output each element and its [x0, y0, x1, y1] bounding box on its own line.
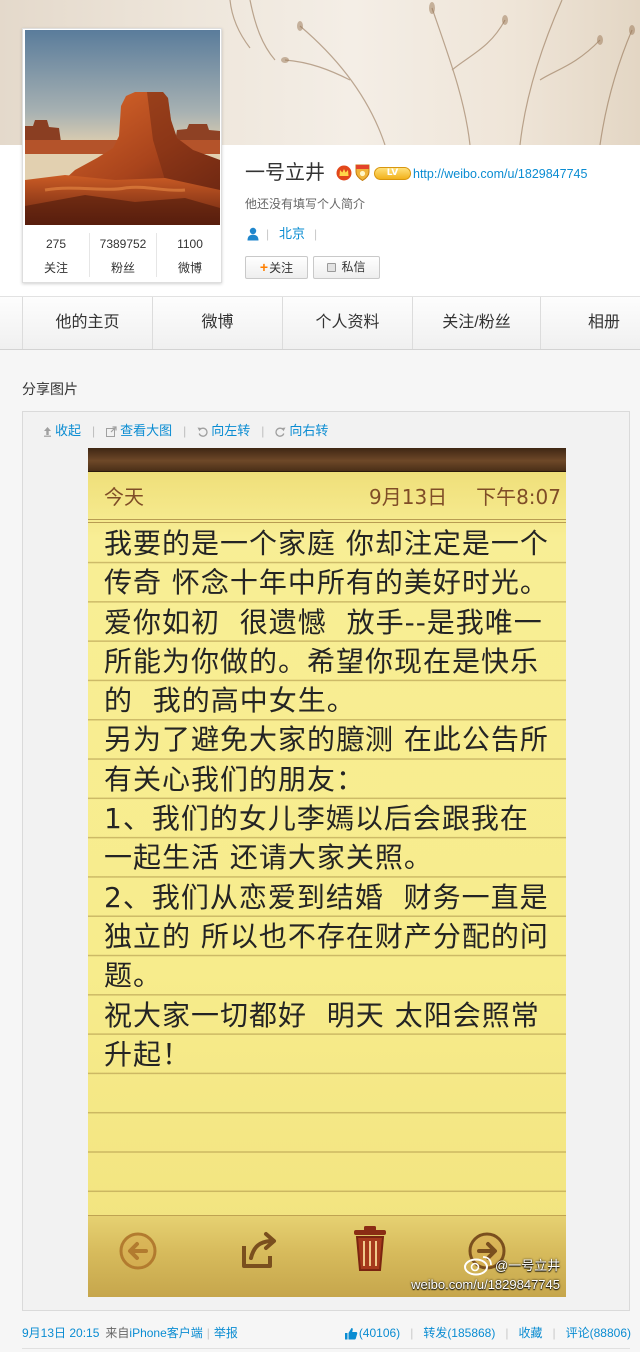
toolbar-separator: |: [261, 424, 265, 438]
post-source-prefix: 来自: [105, 1326, 130, 1340]
post-actions: (40106) | 转发(185868) | 收藏 | 评论(88806): [344, 1325, 631, 1341]
note-line: 独立的 所以也不存在财产分配的问: [104, 919, 549, 953]
collapse-label: 收起: [55, 423, 82, 438]
like-count: (40106): [358, 1326, 401, 1340]
note-line: 的 我的高中女生。: [104, 684, 356, 718]
person-icon: [247, 227, 259, 241]
follow-button[interactable]: +关注: [245, 256, 308, 279]
share-icon: [242, 1232, 276, 1268]
view-large-icon: [106, 425, 117, 437]
stat-following-label: 关注: [43, 261, 68, 275]
avatar[interactable]: [25, 30, 220, 225]
feed-divider: [22, 1348, 630, 1349]
comment-button[interactable]: 评论(88806): [566, 1325, 631, 1341]
crown-icon[interactable]: [336, 165, 352, 181]
note-line: 所能为你做的。希望你现在是快乐: [104, 644, 540, 678]
private-message-label: 私信: [341, 260, 366, 274]
note-header-time: 下午8:07: [476, 485, 561, 509]
repost-button[interactable]: 转发(185868): [423, 1325, 495, 1341]
stat-fans-count: 7389752: [99, 237, 147, 251]
note-line: 2、我们从恋爱到结婚 财务一直是: [104, 880, 549, 914]
toolbar-separator: |: [92, 424, 96, 438]
note-header-divider: [88, 519, 566, 523]
back-arrow-icon: [119, 1232, 157, 1270]
location-separator: |: [314, 227, 318, 241]
location-separator: |: [266, 227, 270, 241]
rotate-right-button[interactable]: 向右转: [275, 423, 328, 439]
rotate-right-icon: [275, 427, 286, 437]
image-toolbar: 收起 | 查看大图 | 向左转 | 向右转: [43, 423, 328, 439]
watermark-url: weibo.com/u/1829847745: [411, 1277, 560, 1292]
toolbar-separator: |: [183, 424, 187, 438]
location-link[interactable]: 北京: [279, 226, 305, 242]
post-meta: 9月13日 20:15 来自 iPhone客户端 | 举报: [22, 1325, 238, 1341]
follow-button-label: 关注: [269, 261, 294, 275]
note-line: 我要的是一个家庭 你却注定是一个: [104, 527, 549, 560]
meta-separator: |: [206, 1326, 210, 1340]
avatar-card: 275 关注 7389752 粉丝 1100 微博: [22, 28, 222, 283]
rotate-right-label: 向右转: [289, 423, 329, 438]
section-title: 分享图片: [22, 381, 78, 397]
profile-bio: 他还没有填写个人简介: [245, 197, 366, 211]
action-separator: |: [410, 1326, 414, 1340]
private-message-button[interactable]: 私信: [313, 256, 380, 279]
tab-home[interactable]: 他的主页: [22, 297, 152, 349]
rotate-left-button[interactable]: 向左转: [197, 423, 250, 439]
note-line: 一起生活 还请大家关照。: [104, 841, 433, 875]
stat-weibo-label: 微博: [177, 261, 202, 275]
view-large-label: 查看大图: [120, 423, 173, 438]
profile-url-link[interactable]: http://weibo.com/u/1829847745: [413, 166, 587, 182]
note-line: 传奇 怀念十年中所有的美好时光。: [104, 566, 549, 600]
level-badge-icon[interactable]: LV: [374, 167, 411, 180]
stat-fans-label: 粉丝: [110, 261, 135, 275]
note-line: 爱你如初 很遗憾 放手--是我唯一: [104, 605, 543, 639]
trash-icon: [354, 1226, 386, 1271]
stat-following-count: 275: [45, 237, 67, 251]
note-header-date: 9月13日: [369, 485, 448, 509]
action-separator: |: [552, 1326, 556, 1340]
favorite-button[interactable]: 收藏: [518, 1325, 542, 1341]
weibo-logo-icon: [464, 1256, 492, 1276]
view-large-button[interactable]: 查看大图: [106, 423, 172, 439]
action-separator: |: [505, 1326, 509, 1340]
thumbs-up-icon: [344, 1327, 358, 1339]
note-line: 题。: [104, 959, 163, 993]
note-line: 另为了避免大家的臆测 在此公告所: [104, 723, 549, 757]
note-line: 1、我们的女儿李嫣以后会跟我在: [104, 802, 529, 836]
tab-weibo[interactable]: 微博: [152, 297, 282, 349]
note-top-binding: [88, 448, 566, 472]
follow-plus-icon: +: [259, 259, 269, 275]
note-line: 升起！: [104, 1037, 192, 1071]
profile-name: 一号立井: [245, 162, 325, 184]
tab-album[interactable]: 相册: [540, 297, 640, 349]
report-link[interactable]: 举报: [214, 1325, 238, 1341]
post-source-link[interactable]: iPhone客户端: [129, 1325, 202, 1341]
post-time-link[interactable]: 9月13日 20:15: [22, 1325, 99, 1341]
note-body: 我要的是一个家庭 你却注定是一个 传奇 怀念十年中所有的美好时光。 爱你如初 很…: [104, 524, 564, 1074]
message-icon: [327, 263, 337, 272]
shared-image[interactable]: 今天 9月13日 下午8:07 我要的是一个家庭 你却注定是一个 传奇 怀念十年…: [88, 448, 566, 1297]
tab-follow-fans[interactable]: 关注/粉丝: [412, 297, 540, 349]
collapse-arrow-icon: [44, 426, 51, 437]
tab-profile-info[interactable]: 个人资料: [282, 297, 412, 349]
note-header-today: 今天: [104, 485, 144, 509]
note-line: 有关心我们的朋友：: [104, 762, 366, 796]
stat-weibo-count: 1100: [177, 237, 203, 251]
rotate-left-label: 向左转: [211, 423, 251, 438]
watermark-handle: @一号立井: [495, 1258, 561, 1273]
collapse-button[interactable]: 收起: [43, 423, 81, 439]
medal-icon[interactable]: [355, 164, 370, 181]
rotate-left-icon: [197, 427, 208, 437]
profile-nav: 他的主页 微博 个人资料 关注/粉丝 相册: [0, 296, 640, 350]
image-viewer-box: 收起 | 查看大图 | 向左转 | 向右转 今天 9月13日 下午8:07 我要…: [22, 411, 630, 1311]
note-line: 祝大家一切都好 明天 太阳会照常: [104, 998, 540, 1032]
like-button[interactable]: (40106): [344, 1325, 400, 1341]
